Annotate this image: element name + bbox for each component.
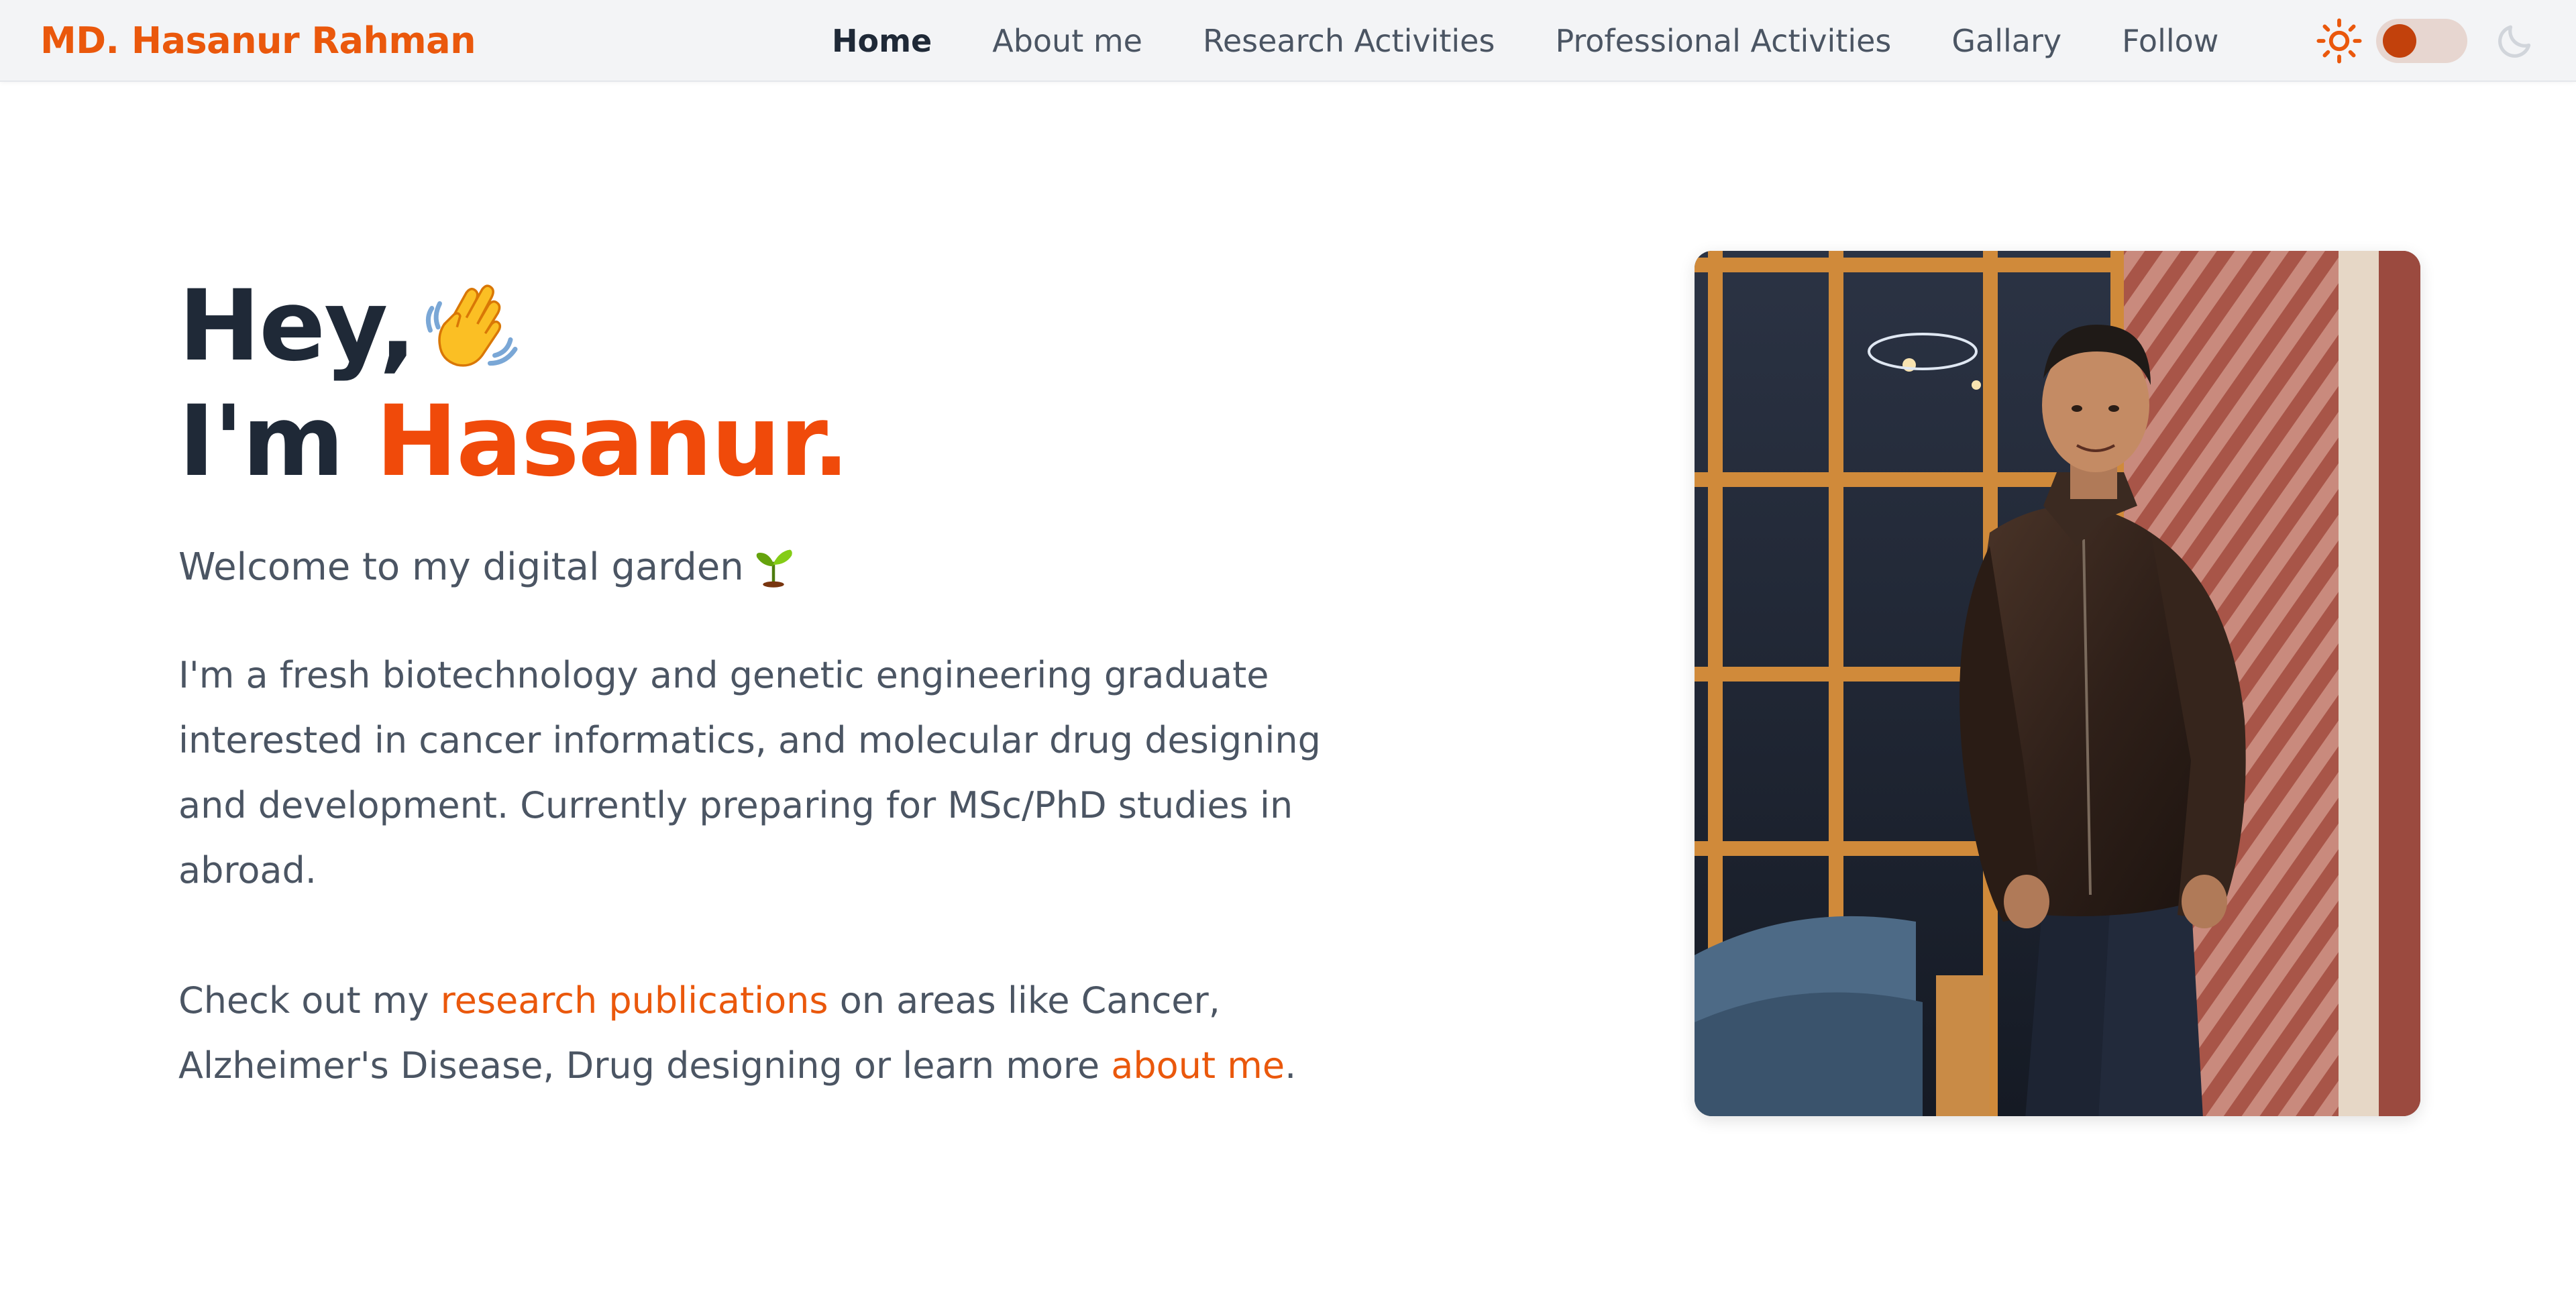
bio-line: I'm a fresh biotechnology and genetic en… xyxy=(178,654,1269,696)
brand-logo-link[interactable]: MD. Hasanur Rahman xyxy=(40,0,476,82)
bio-line: interested in cancer informatics, and mo… xyxy=(178,719,1321,761)
theme-switch-knob xyxy=(2383,24,2416,58)
cta-text: . xyxy=(1285,1044,1297,1087)
bio-line: abroad. xyxy=(178,849,317,891)
profile-photo-illustration xyxy=(1695,251,2420,1116)
nav-link-about[interactable]: About me xyxy=(992,23,1142,59)
hero-name: Hasanur. xyxy=(375,384,850,498)
waving-hand-icon xyxy=(425,284,517,367)
intro-prefix: I'm xyxy=(178,384,376,498)
welcome-text: Welcome to my digital garden xyxy=(178,541,1319,594)
navbar: MD. Hasanur Rahman Home About me Researc… xyxy=(0,0,2576,82)
seedling-icon xyxy=(756,549,792,588)
nav-link-research[interactable]: Research Activities xyxy=(1203,23,1495,59)
welcome-label: Welcome to my digital garden xyxy=(178,545,744,589)
cta-text: Alzheimer's Disease, Drug designing or l… xyxy=(178,1044,1112,1087)
theme-toggle xyxy=(2316,0,2536,82)
research-publications-link[interactable]: research publications xyxy=(441,979,828,1022)
profile-photo xyxy=(1695,251,2420,1116)
moon-icon[interactable] xyxy=(2494,20,2536,62)
hero-intro: I'm Hasanur. xyxy=(178,384,1319,499)
bio-paragraph: I'm a fresh biotechnology and genetic en… xyxy=(178,643,1321,903)
nav-link-gallery[interactable]: Gallary xyxy=(1951,23,2061,59)
about-me-link[interactable]: about me xyxy=(1111,1044,1285,1087)
nav-link-professional[interactable]: Professional Activities xyxy=(1555,23,1891,59)
nav-link-home[interactable]: Home xyxy=(832,23,932,59)
hero-greeting: Hey, xyxy=(178,268,1319,384)
cta-line-2: Alzheimer's Disease, Drug designing or l… xyxy=(178,1033,1319,1098)
bio-line: and development. Currently preparing for… xyxy=(178,784,1293,826)
hero-section: Hey, I'm Hasanur. Welcome to my digital … xyxy=(178,268,1321,1098)
theme-switch[interactable] xyxy=(2376,19,2467,63)
sun-icon[interactable] xyxy=(2316,17,2363,64)
greeting-text: Hey, xyxy=(178,269,417,383)
main-nav: Home About me Research Activities Profes… xyxy=(832,0,2218,82)
cta-text: on areas like Cancer, xyxy=(828,979,1220,1022)
cta-line-1: Check out my research publications on ar… xyxy=(178,968,1319,1033)
cta-text: Check out my xyxy=(178,979,441,1022)
cta-paragraph: Check out my research publications on ar… xyxy=(178,968,1319,1098)
nav-link-follow[interactable]: Follow xyxy=(2122,23,2218,59)
